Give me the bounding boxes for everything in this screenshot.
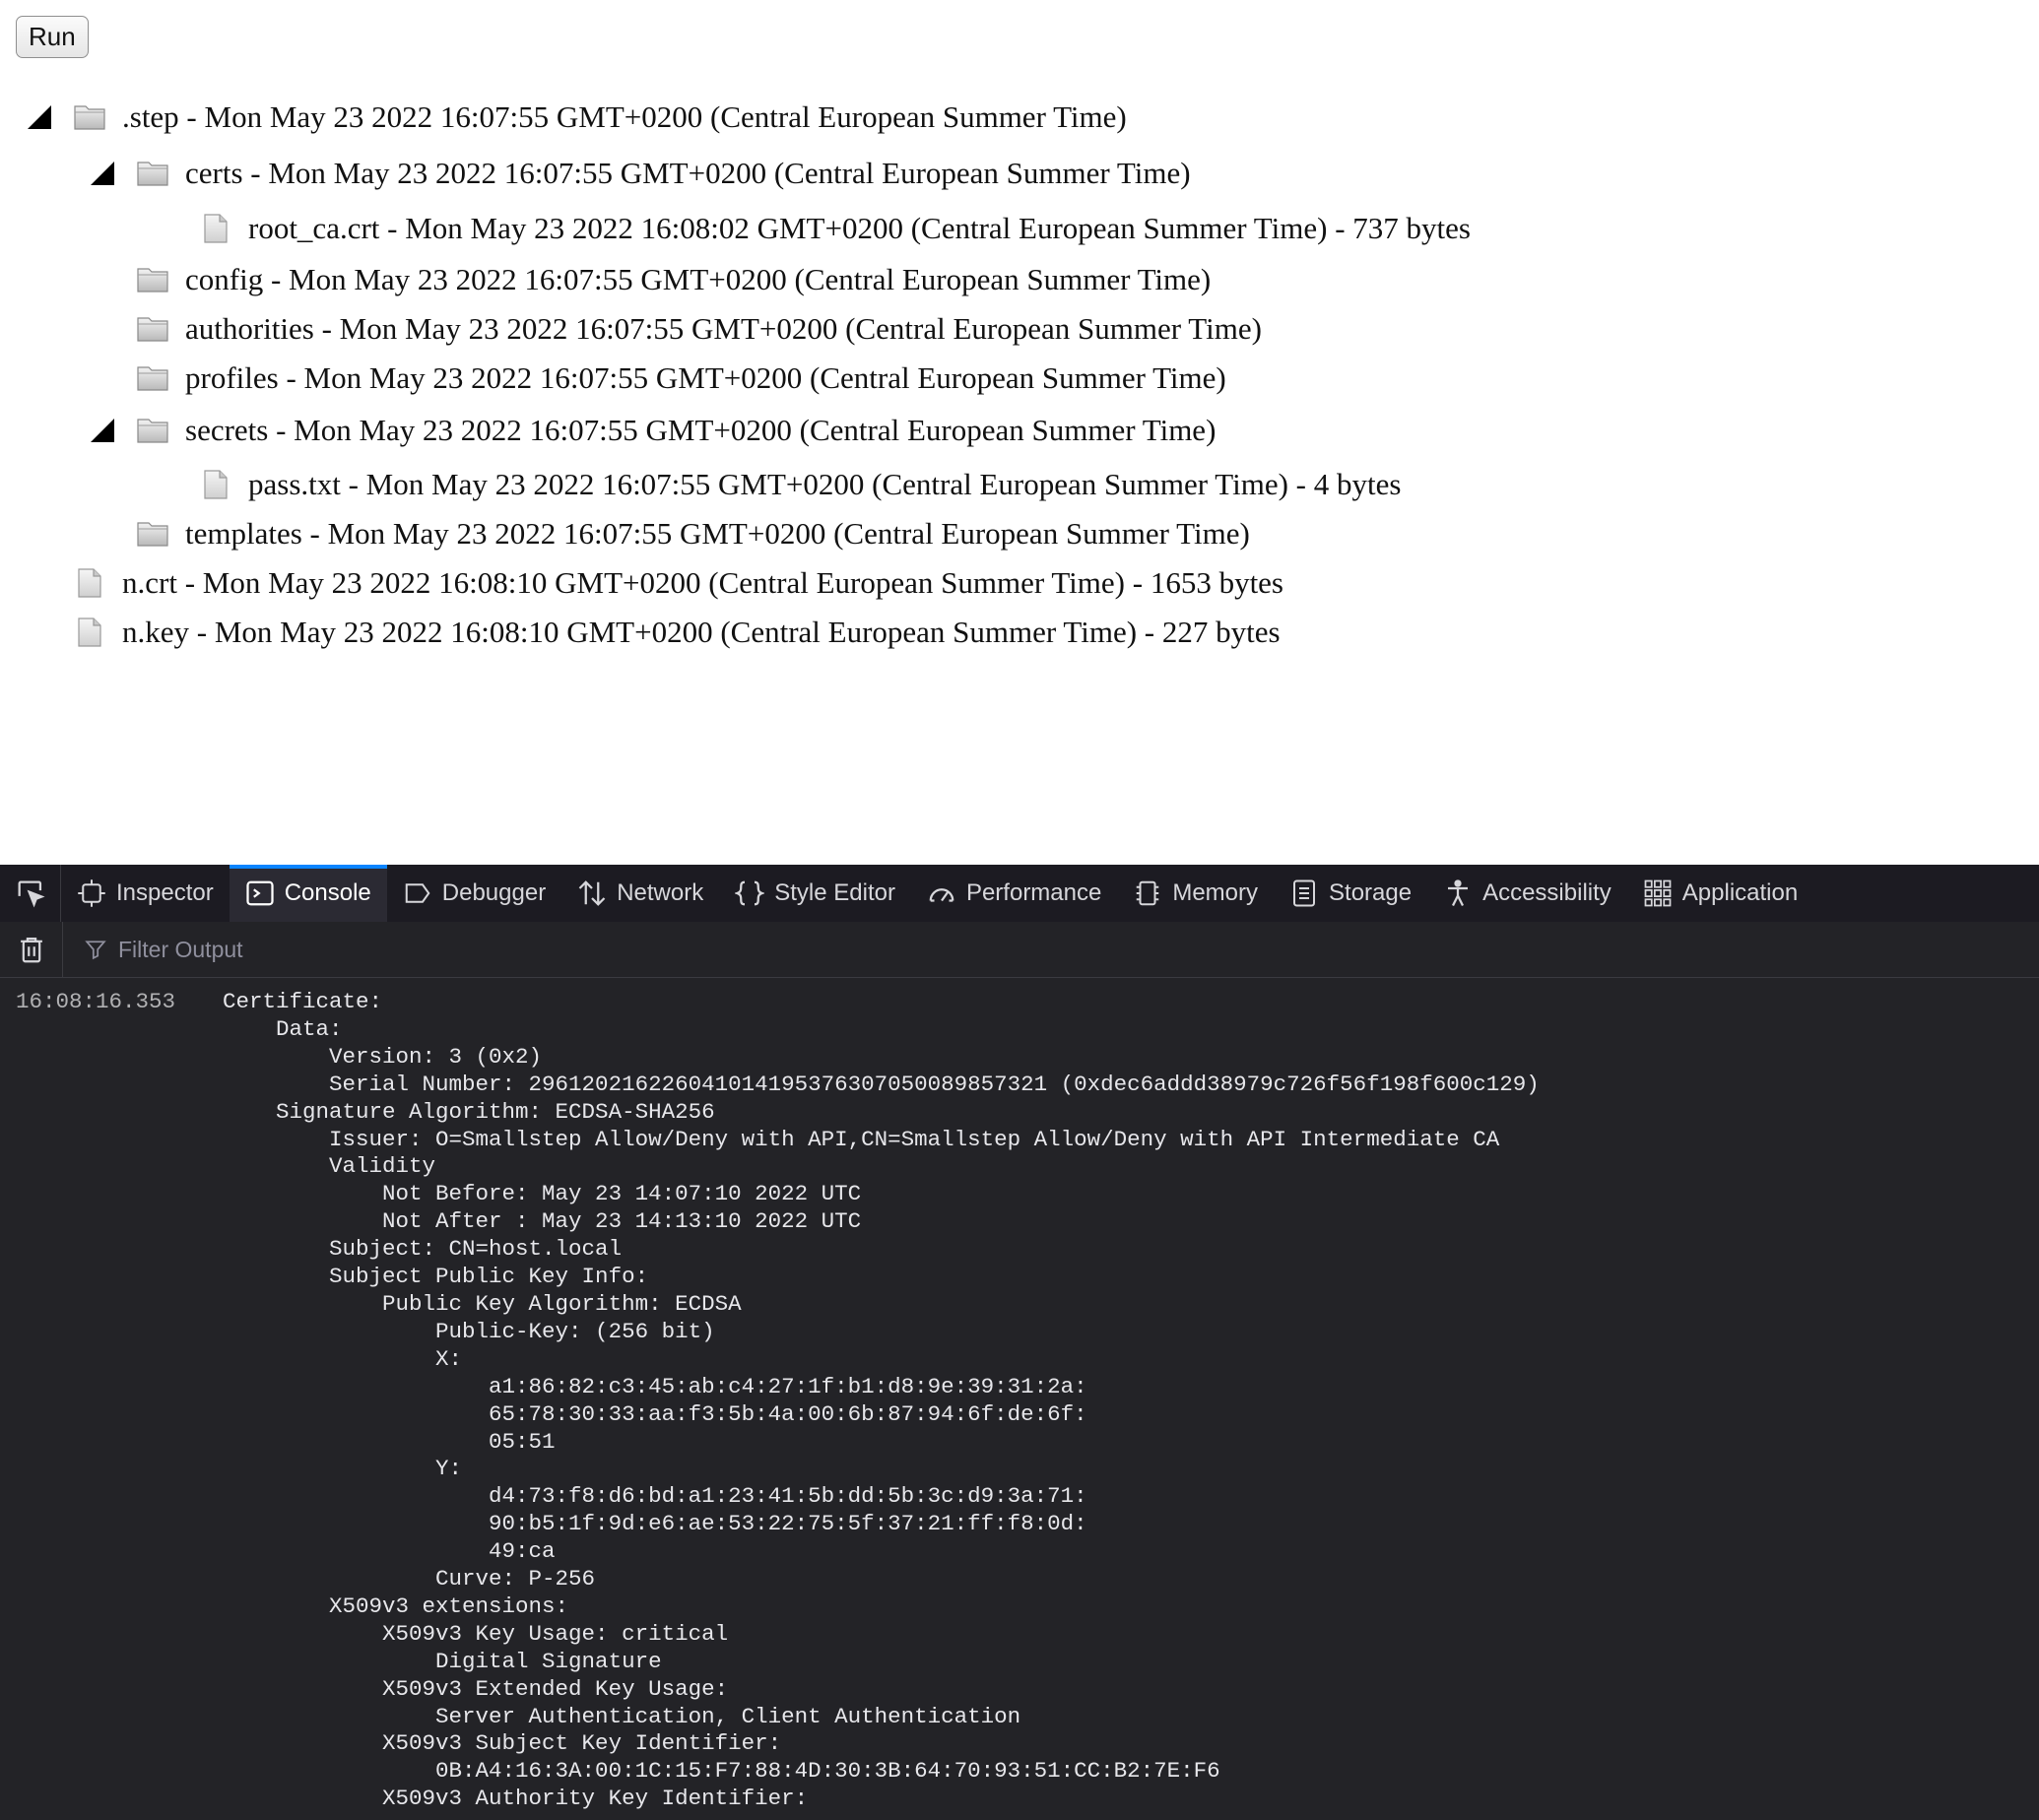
tree-folder-row[interactable]: authorities - Mon May 23 2022 16:07:55 G… — [89, 307, 1262, 351]
console-icon — [245, 878, 275, 908]
tree-node-label: certs - Mon May 23 2022 16:07:55 GMT+020… — [185, 156, 1191, 190]
tree-node-label: authorities - Mon May 23 2022 16:07:55 G… — [185, 311, 1262, 346]
tree-file-row[interactable]: pass.txt - Mon May 23 2022 16:07:55 GMT+… — [152, 463, 1401, 506]
tab-label: Memory — [1172, 879, 1259, 906]
tab-label: Inspector — [116, 879, 214, 906]
console-output: 16:08:16.353 Certificate: Data: Version:… — [0, 979, 2039, 1820]
tab-label: Network — [617, 879, 704, 906]
expand-triangle-icon — [90, 418, 115, 443]
tab-application[interactable]: Application — [1627, 865, 1813, 922]
folder-icon — [136, 361, 169, 395]
tab-label: Style Editor — [774, 879, 895, 906]
file-icon — [73, 566, 106, 600]
tab-storage[interactable]: Storage — [1274, 865, 1427, 922]
tree-node-label: .step - Mon May 23 2022 16:07:55 GMT+020… — [122, 99, 1127, 134]
tab-performance[interactable]: Performance — [911, 865, 1117, 922]
file-icon — [199, 468, 232, 501]
devtools-toolbar: Inspector Console Debugger Network Style Edi… — [0, 865, 2039, 923]
file-icon — [199, 212, 232, 245]
element-picker-button[interactable] — [0, 865, 61, 922]
tab-label: Storage — [1329, 879, 1413, 906]
tree-folder-row[interactable]: profiles - Mon May 23 2022 16:07:55 GMT+… — [89, 357, 1226, 400]
tab-label: Accessibility — [1482, 879, 1611, 906]
tree-folder-row[interactable]: templates - Mon May 23 2022 16:07:55 GMT… — [89, 512, 1250, 555]
console-filter-bar — [0, 922, 2039, 978]
expand-toggle[interactable] — [26, 103, 53, 131]
folder-icon — [136, 312, 169, 346]
tab-accessibility[interactable]: Accessibility — [1427, 865, 1627, 922]
tree-file-row[interactable]: n.key - Mon May 23 2022 16:08:10 GMT+020… — [26, 611, 1281, 654]
tab-style-editor[interactable]: Style Editor — [719, 865, 911, 922]
tab-label: Performance — [965, 879, 1102, 906]
tree-node-label: pass.txt - Mon May 23 2022 16:07:55 GMT+… — [248, 467, 1402, 501]
clear-console-button[interactable] — [0, 922, 63, 977]
tab-debugger[interactable]: Debugger — [387, 865, 561, 922]
network-icon — [577, 878, 607, 908]
tree-folder-row[interactable]: .step - Mon May 23 2022 16:07:55 GMT+020… — [26, 96, 1127, 139]
filter-box — [63, 935, 908, 964]
tab-label: Console — [284, 879, 371, 906]
tree-node-label: config - Mon May 23 2022 16:07:55 GMT+02… — [185, 262, 1212, 296]
storage-icon — [1289, 878, 1319, 908]
devtools-panel: Inspector Console Debugger Network Style Edi… — [0, 865, 2039, 1820]
filter-icon — [85, 941, 106, 960]
log-message: Certificate: Data: Version: 3 (0x2) Seri… — [223, 989, 1540, 1812]
tab-inspector[interactable]: Inspector — [61, 865, 230, 922]
trash-icon — [20, 938, 42, 963]
folder-icon — [136, 414, 169, 447]
expand-triangle-icon — [90, 161, 115, 186]
tree-node-label: root_ca.crt - Mon May 23 2022 16:08:02 G… — [248, 211, 1471, 245]
accessibility-icon — [1443, 878, 1473, 908]
log-timestamp: 16:08:16.353 — [16, 989, 176, 1014]
tree-node-label: secrets - Mon May 23 2022 16:07:55 GMT+0… — [185, 413, 1217, 447]
inspector-icon — [77, 878, 106, 908]
memory-icon — [1133, 878, 1162, 908]
expand-triangle-icon — [27, 104, 52, 130]
tree-node-label: n.crt - Mon May 23 2022 16:08:10 GMT+020… — [122, 565, 1283, 600]
tab-memory[interactable]: Memory — [1117, 865, 1274, 922]
tree-folder-row[interactable]: secrets - Mon May 23 2022 16:07:55 GMT+0… — [89, 409, 1216, 452]
tab-label: Application — [1681, 879, 1799, 906]
filter-output-input[interactable] — [116, 935, 908, 964]
tree-file-row[interactable]: n.crt - Mon May 23 2022 16:08:10 GMT+020… — [26, 561, 1283, 605]
folder-icon — [136, 157, 169, 190]
element-picker-icon — [18, 880, 45, 908]
expand-toggle[interactable] — [89, 160, 116, 187]
application-icon — [1643, 878, 1673, 908]
tree-node-label: profiles - Mon May 23 2022 16:07:55 GMT+… — [185, 360, 1226, 395]
tab-network[interactable]: Network — [561, 865, 719, 922]
expand-toggle[interactable] — [89, 417, 116, 444]
performance-icon — [927, 878, 956, 908]
tree-folder-row[interactable]: certs - Mon May 23 2022 16:07:55 GMT+020… — [89, 152, 1191, 195]
file-tree: .step - Mon May 23 2022 16:07:55 GMT+020… — [0, 0, 2039, 689]
debugger-icon — [403, 878, 432, 908]
folder-icon — [73, 100, 106, 134]
folder-icon — [136, 263, 169, 296]
file-icon — [73, 616, 106, 649]
folder-icon — [136, 517, 169, 551]
tab-label: Debugger — [441, 879, 547, 906]
tree-node-label: templates - Mon May 23 2022 16:07:55 GMT… — [185, 516, 1250, 551]
tree-folder-row[interactable]: config - Mon May 23 2022 16:07:55 GMT+02… — [89, 258, 1211, 301]
tree-file-row[interactable]: root_ca.crt - Mon May 23 2022 16:08:02 G… — [152, 207, 1471, 250]
style-editor-icon — [735, 878, 765, 908]
tree-node-label: n.key - Mon May 23 2022 16:08:10 GMT+020… — [122, 615, 1281, 649]
tab-console[interactable]: Console — [229, 865, 387, 922]
